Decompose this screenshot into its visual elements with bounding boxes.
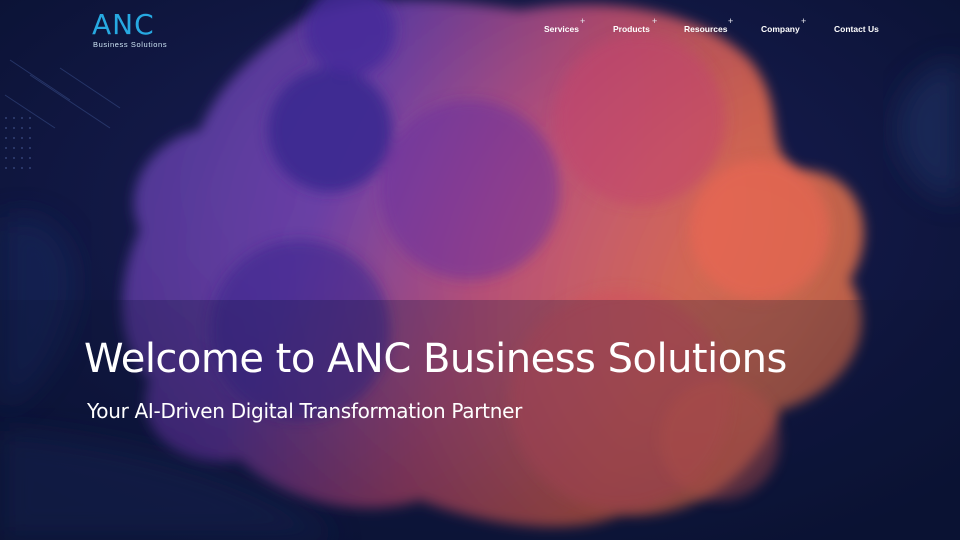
hero-subtitle: Your AI-Driven Digital Transformation Pa…	[87, 399, 523, 423]
nav-item-label: Company	[761, 24, 800, 34]
logo-tagline: Business Solutions	[93, 40, 168, 49]
nav-item-products[interactable]: Products +	[613, 16, 657, 34]
plus-icon: +	[801, 16, 807, 26]
hero-background	[0, 0, 960, 540]
plus-icon: +	[580, 16, 586, 26]
hero-title: Welcome to ANC Business Solutions	[84, 336, 787, 382]
nav-item-contact-us[interactable]: Contact Us	[834, 24, 879, 34]
nav-item-resources[interactable]: Resources +	[684, 16, 733, 34]
nav-item-company[interactable]: Company +	[761, 16, 806, 34]
plus-icon: +	[728, 16, 734, 26]
nav-item-services[interactable]: Services +	[544, 16, 585, 34]
nav-item-label: Products	[613, 24, 650, 34]
brand-logo[interactable]: ANC Business Solutions	[92, 10, 172, 50]
nav-item-label: Contact Us	[834, 24, 879, 34]
nav-item-label: Services	[544, 24, 579, 34]
site-header: ANC Business Solutions Services + Produc…	[0, 0, 960, 60]
nav-item-label: Resources	[684, 24, 728, 34]
plus-icon: +	[652, 16, 658, 26]
logo-mark: ANC	[92, 8, 155, 41]
